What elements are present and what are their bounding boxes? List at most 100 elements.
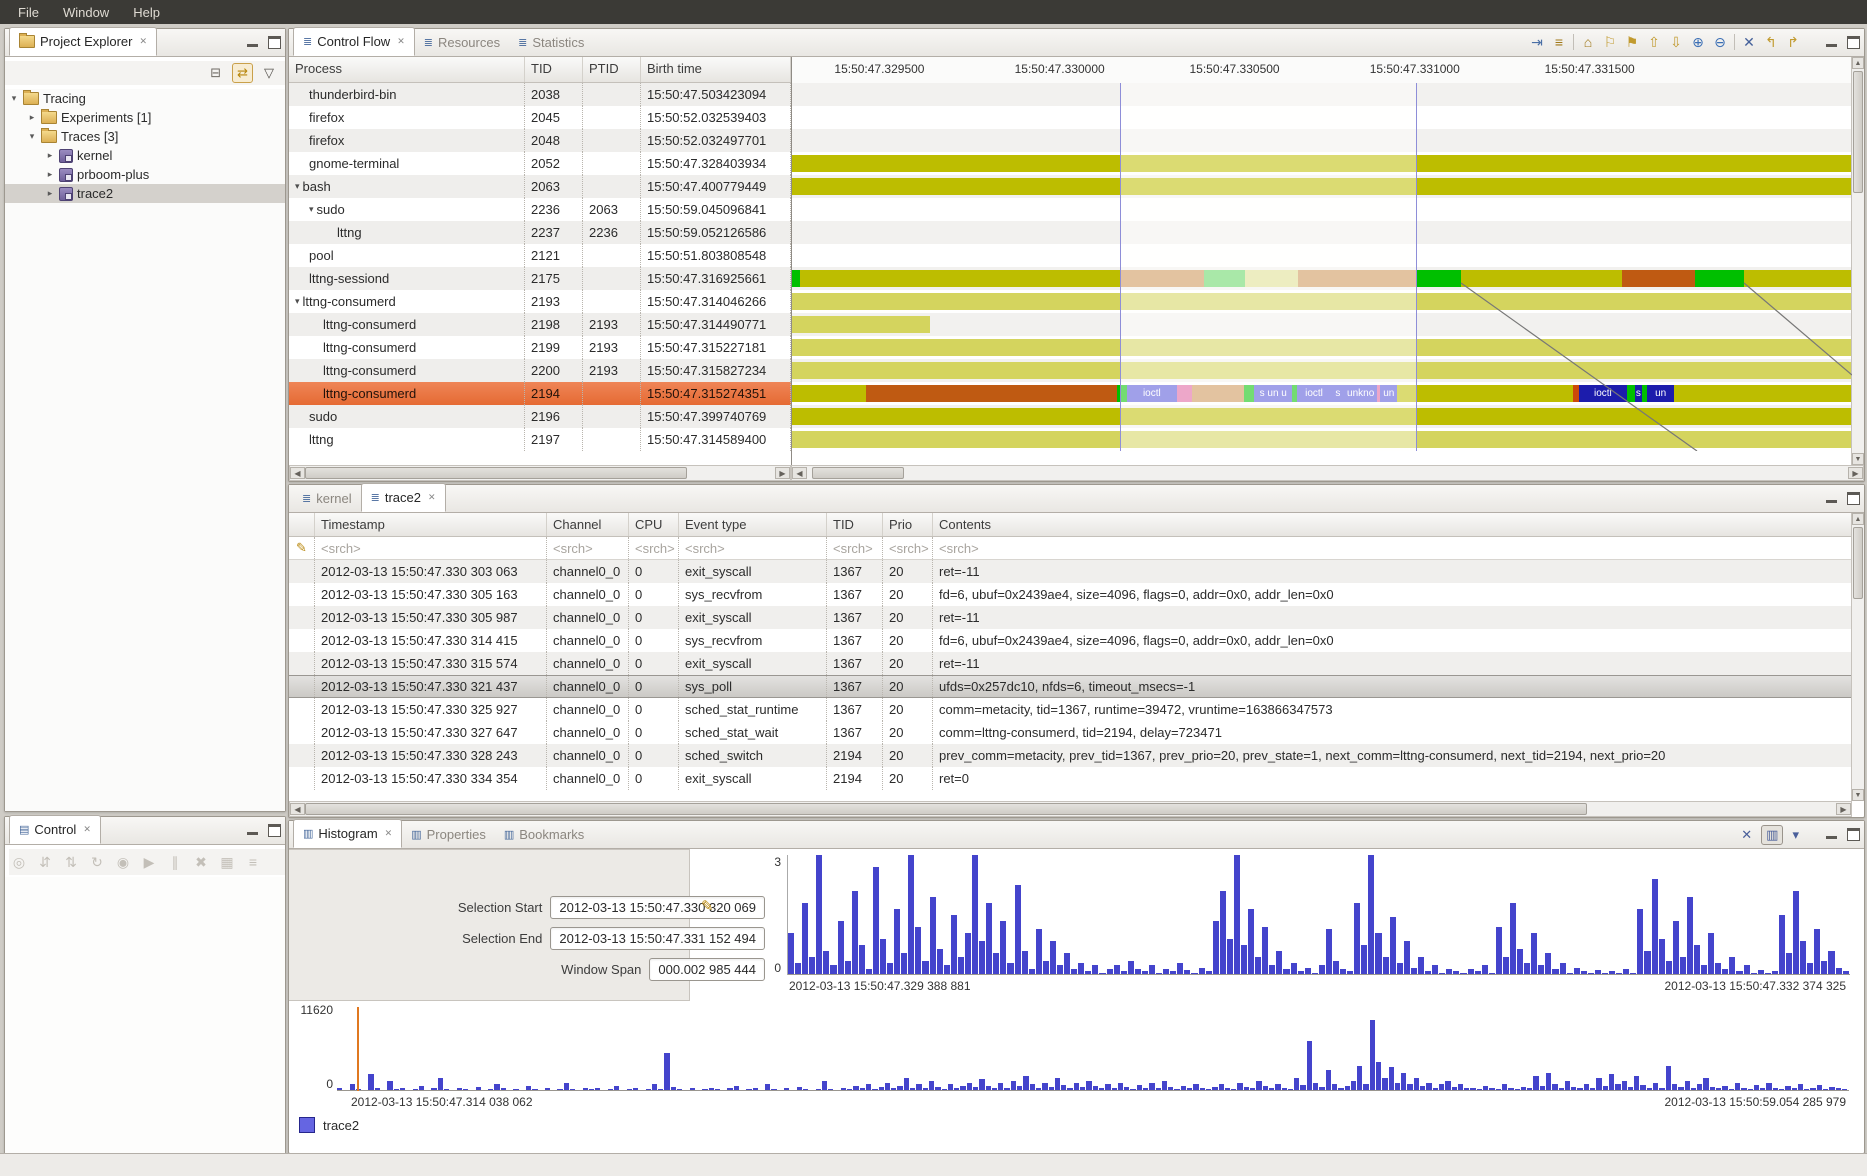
menu-file[interactable]: File bbox=[8, 3, 49, 22]
scrollbar-thumb[interactable] bbox=[305, 467, 687, 479]
expanded-arrow-icon[interactable]: ▾ bbox=[9, 93, 19, 104]
scrollbar-thumb[interactable] bbox=[1853, 71, 1863, 193]
column-header-tid[interactable]: TID bbox=[525, 57, 583, 82]
collapse-all-icon[interactable]: ⊟ bbox=[205, 63, 226, 83]
maximize-button[interactable] bbox=[1847, 828, 1860, 841]
event-row-9[interactable]: 2012-03-13 15:50:47.330 334 354channel0_… bbox=[289, 767, 1852, 790]
process-table-hscrollbar[interactable]: ◀ ▶ bbox=[289, 465, 791, 481]
search-cell-cpu[interactable]: <srch> bbox=[629, 537, 679, 559]
maximize-button[interactable] bbox=[1847, 36, 1860, 49]
selection-end-field[interactable]: 2012-03-13 15:50:47.331 152 494 bbox=[550, 927, 765, 950]
column-header-channel[interactable]: Channel bbox=[547, 513, 629, 536]
misc-icon[interactable]: ≡ bbox=[243, 854, 263, 870]
events-vertical-scrollbar[interactable]: ▲ ▼ bbox=[1851, 513, 1864, 801]
scroll-left-icon[interactable]: ◀ bbox=[290, 467, 305, 479]
tab-trace2[interactable]: ≣trace2✕ bbox=[361, 483, 446, 512]
menu-help[interactable]: Help bbox=[123, 3, 170, 22]
tab-statistics[interactable]: ≣Statistics bbox=[509, 29, 593, 56]
link-with-editor-icon[interactable]: ⇄ bbox=[232, 63, 253, 83]
event-row-2[interactable]: 2012-03-13 15:50:47.330 305 987channel0_… bbox=[289, 606, 1852, 629]
control-flow-timeline[interactable]: 15:50:47.32950015:50:47.33000015:50:47.3… bbox=[791, 57, 1852, 465]
scroll-up-icon[interactable]: ▲ bbox=[1852, 57, 1864, 69]
expanded-arrow-icon[interactable]: ▾ bbox=[27, 131, 37, 142]
minimize-button[interactable] bbox=[247, 832, 258, 835]
disconnect-icon[interactable]: ⇅ bbox=[61, 854, 81, 871]
scrollbar-thumb[interactable] bbox=[305, 803, 1587, 815]
event-row-3[interactable]: 2012-03-13 15:50:47.330 314 415channel0_… bbox=[289, 629, 1852, 652]
collapsed-arrow-icon[interactable]: ▸ bbox=[45, 169, 55, 180]
process-row-2199[interactable]: lttng-consumerd2199219315:50:47.31522718… bbox=[289, 336, 791, 359]
process-row-2052[interactable]: gnome-terminal205215:50:47.328403934 bbox=[289, 152, 791, 175]
event-row-0[interactable]: 2012-03-13 15:50:47.330 303 063channel0_… bbox=[289, 560, 1852, 583]
view-menu-icon[interactable]: ▾ bbox=[1787, 825, 1804, 845]
collapsed-arrow-icon[interactable]: ▸ bbox=[27, 112, 37, 123]
tree-item-traces-3[interactable]: ▾Traces [3] bbox=[5, 127, 285, 146]
follow-cpu-forward-icon[interactable]: ↱ bbox=[1782, 32, 1804, 52]
process-row-2045[interactable]: firefox204515:50:52.032539403 bbox=[289, 106, 791, 129]
column-header-cpu[interactable]: CPU bbox=[629, 513, 679, 536]
destroy-session-icon[interactable]: ✖ bbox=[191, 854, 211, 871]
import-icon[interactable]: ◉ bbox=[113, 854, 133, 871]
tab-control-flow[interactable]: ≣Control Flow✕ bbox=[293, 27, 415, 56]
tree-item-trace2[interactable]: ▸trace2 bbox=[5, 184, 285, 203]
column-header-process[interactable]: Process bbox=[289, 57, 525, 82]
search-cell-contents[interactable]: <srch> bbox=[933, 537, 1852, 559]
timeline-vertical-scrollbar[interactable]: ▲ ▼ bbox=[1851, 57, 1864, 465]
close-icon[interactable]: ✕ bbox=[385, 828, 393, 839]
event-row-8[interactable]: 2012-03-13 15:50:47.330 328 243channel0_… bbox=[289, 744, 1852, 767]
column-header-tid[interactable]: TID bbox=[827, 513, 883, 536]
event-row-7[interactable]: 2012-03-13 15:50:47.330 327 647channel0_… bbox=[289, 721, 1852, 744]
process-row-2196[interactable]: sudo219615:50:47.399740769 bbox=[289, 405, 791, 428]
process-row-2237[interactable]: lttng2237223615:50:59.052126586 bbox=[289, 221, 791, 244]
maximize-button[interactable] bbox=[268, 36, 281, 49]
process-row-2194[interactable]: lttng-consumerd219415:50:47.315274351 bbox=[289, 382, 791, 405]
time-axis[interactable]: 15:50:47.32950015:50:47.33000015:50:47.3… bbox=[792, 57, 1852, 84]
expanded-arrow-icon[interactable]: ▾ bbox=[309, 204, 314, 215]
tab-project-explorer[interactable]: Project Explorer ✕ bbox=[9, 27, 157, 56]
scroll-down-icon[interactable]: ▼ bbox=[1852, 453, 1864, 465]
column-header-birth-time[interactable]: Birth time bbox=[641, 57, 791, 82]
expanded-arrow-icon[interactable]: ▾ bbox=[295, 296, 300, 307]
tab-control[interactable]: ▤ Control ✕ bbox=[9, 815, 101, 844]
tab-resources[interactable]: ≣Resources bbox=[415, 29, 509, 56]
follow-cpu-backward-icon[interactable]: ↰ bbox=[1760, 32, 1782, 52]
scroll-right-icon[interactable]: ▶ bbox=[775, 467, 790, 479]
align-views-icon[interactable]: ⇥ bbox=[1526, 32, 1548, 52]
column-header-contents[interactable]: Contents bbox=[933, 513, 1852, 536]
tree-item-experiments-1[interactable]: ▸Experiments [1] bbox=[5, 108, 285, 127]
time-range-histogram[interactable] bbox=[787, 855, 1850, 975]
move-up-icon[interactable]: ⇧ bbox=[1643, 32, 1665, 52]
activate-trace-histograms-icon[interactable]: ▥ bbox=[1761, 825, 1783, 845]
full-range-histogram[interactable] bbox=[337, 1007, 1849, 1091]
process-row-2175[interactable]: lttng-sessiond217515:50:47.316925661 bbox=[289, 267, 791, 290]
column-header-timestamp[interactable]: Timestamp bbox=[315, 513, 547, 536]
search-cell-prio[interactable]: <srch> bbox=[883, 537, 933, 559]
reset-time-scale-icon[interactable]: ⌂ bbox=[1577, 32, 1599, 52]
column-header-ptid[interactable]: PTID bbox=[583, 57, 641, 82]
minimize-button[interactable] bbox=[1826, 500, 1837, 503]
pause-trace-icon[interactable]: ∥ bbox=[165, 854, 185, 871]
close-icon[interactable]: ✕ bbox=[139, 36, 147, 47]
search-cell-timestamp[interactable]: <srch> bbox=[315, 537, 547, 559]
scroll-down-icon[interactable]: ▼ bbox=[1852, 789, 1864, 801]
tab-histogram[interactable]: ▥Histogram✕ bbox=[293, 819, 402, 848]
collapsed-arrow-icon[interactable]: ▸ bbox=[45, 188, 55, 199]
minimize-button[interactable] bbox=[1826, 44, 1837, 47]
minimize-button[interactable] bbox=[247, 44, 258, 47]
scroll-right-icon[interactable]: ▶ bbox=[1836, 803, 1851, 815]
next-event-icon[interactable]: ⚑ bbox=[1621, 32, 1643, 52]
scroll-left-icon[interactable]: ◀ bbox=[290, 803, 305, 815]
scroll-up-icon[interactable]: ▲ bbox=[1852, 513, 1864, 525]
minimize-button[interactable] bbox=[1826, 836, 1837, 839]
expanded-arrow-icon[interactable]: ▾ bbox=[295, 181, 300, 192]
process-row-2197[interactable]: lttng219715:50:47.314589400 bbox=[289, 428, 791, 451]
process-row-2038[interactable]: thunderbird-bin203815:50:47.503423094 bbox=[289, 83, 791, 106]
hide-arrows-icon[interactable]: ✕ bbox=[1738, 32, 1760, 52]
new-connection-icon[interactable]: ◎ bbox=[9, 854, 29, 871]
tab-bookmarks[interactable]: ▥Bookmarks bbox=[495, 821, 593, 848]
column-header-event-type[interactable]: Event type bbox=[679, 513, 827, 536]
scrollbar-thumb[interactable] bbox=[812, 467, 904, 479]
collapsed-arrow-icon[interactable]: ▸ bbox=[45, 150, 55, 161]
start-trace-icon[interactable]: ▶ bbox=[139, 854, 159, 871]
column-header-prio[interactable]: Prio bbox=[883, 513, 933, 536]
